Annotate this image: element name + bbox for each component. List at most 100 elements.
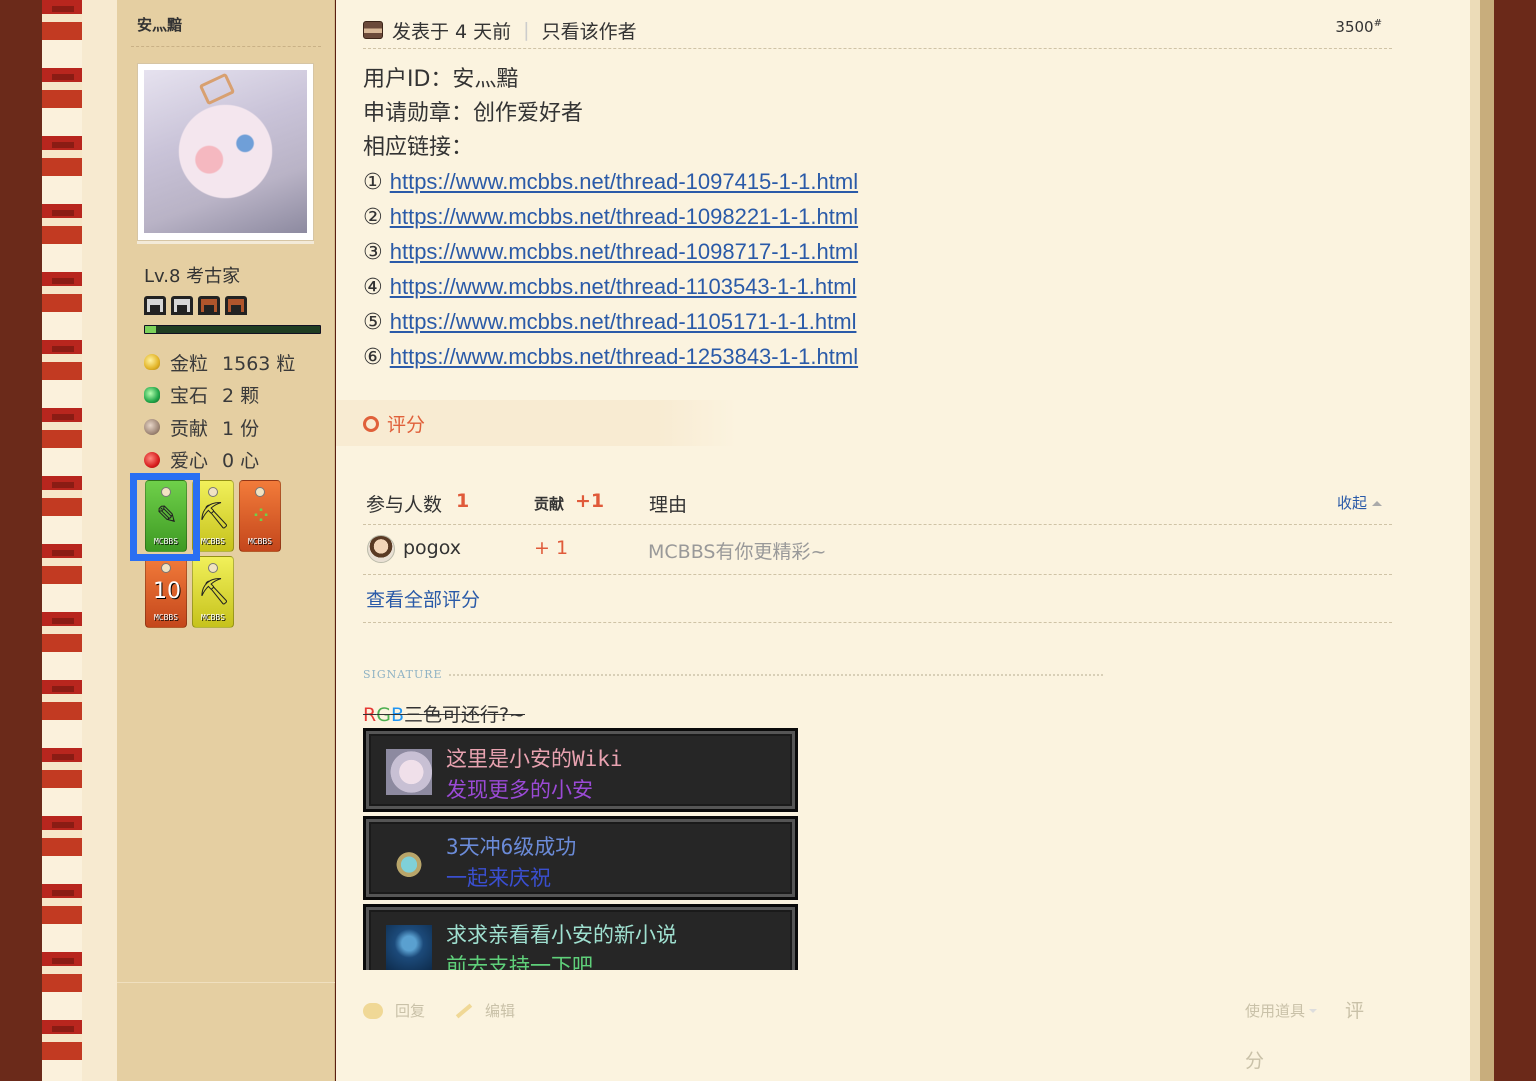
rating-title[interactable]: 评分 (363, 410, 425, 437)
panel-title: 这里是小安的Wiki (446, 747, 623, 771)
thread-link[interactable]: https://www.mcbbs.net/thread-1103543-1-1… (390, 274, 857, 299)
signature-panels: 这里是小安的Wiki 发现更多的小安 3天冲6级成功 一起来庆祝 求求亲看看小安… (363, 728, 798, 970)
view-all-ratings-link[interactable]: 查看全部评分 (366, 585, 480, 612)
experience-bar (144, 325, 321, 334)
edit-button[interactable]: 编辑 (455, 1000, 515, 1021)
user-id-line: 用户ID：安灬黯 (363, 67, 519, 92)
use-item-label: 使用道具 (1245, 1002, 1306, 1020)
rate-label-2: 分 (1245, 1050, 1265, 1072)
post-actions: 回复 编辑 使用道具 评 分 (363, 996, 1392, 1072)
link-number: ③ (363, 240, 383, 265)
medal-seeds[interactable]: ⁘ MCBBS (239, 480, 281, 552)
frame-dark-edge (1494, 0, 1536, 1081)
stat-label: 金粒 (170, 352, 209, 375)
rating-table-header: 参与人数 1 贡献 +1 理由 收起 (363, 478, 1392, 525)
rgb-red: R (363, 704, 377, 726)
rater-name[interactable]: pogox (403, 537, 461, 559)
iron-helmet-icon (171, 296, 193, 315)
rating-row: pogox + 1 MCBBS有你更精彩~ (363, 525, 1392, 575)
medal-hole (255, 487, 265, 497)
author-name[interactable]: 安灬黯 (137, 14, 182, 35)
only-author-link[interactable]: 只看该作者 (542, 17, 637, 44)
level-helmets (144, 296, 247, 315)
thread-link[interactable]: https://www.mcbbs.net/thread-1097415-1-1… (390, 169, 858, 194)
medal-book[interactable]: ✎ MCBBS (145, 480, 187, 552)
user-stats: 金粒 1563 粒 宝石 2 颗 贡献 1 份 爱心 0 心 (144, 346, 295, 476)
link-row: ② https://www.mcbbs.net/thread-1098221-1… (363, 200, 858, 235)
floor-number: 3500 (1335, 18, 1374, 36)
signature-panel-novel[interactable]: 求求亲看看小安的新小说 前去支持一下吧 (363, 904, 798, 970)
medal-ten[interactable]: 10 MCBBS (145, 556, 187, 628)
rating-table: 参与人数 1 贡献 +1 理由 收起 pogox + 1 MCBBS有你更精彩~… (363, 478, 1392, 623)
reply-button[interactable]: 回复 (363, 1000, 425, 1021)
thread-link[interactable]: https://www.mcbbs.net/thread-1098221-1-1… (390, 204, 858, 229)
links-label: 相应链接： (363, 135, 474, 160)
signature-panel-levelup[interactable]: 3天冲6级成功 一起来庆祝 (363, 816, 798, 900)
post-time: 发表于 4 天前 (392, 20, 512, 43)
collapse-button[interactable]: 收起 (1337, 492, 1382, 513)
hairclip-decoration (198, 72, 236, 106)
stat-label: 贡献 (170, 417, 209, 440)
rater-avatar[interactable] (367, 535, 395, 563)
user-level[interactable]: Lv.8 考古家 (144, 262, 240, 288)
contribution-total: +1 (575, 490, 605, 512)
link-number: ⑥ (363, 345, 383, 370)
link-row: ④ https://www.mcbbs.net/thread-1103543-1… (363, 270, 858, 305)
post-floor[interactable]: 3500# (1335, 18, 1382, 36)
link-row: ③ https://www.mcbbs.net/thread-1098717-1… (363, 235, 858, 270)
author-divider (131, 46, 321, 47)
frame-mid-edge (1480, 0, 1494, 1081)
author-sidebar: 安灬黯 Lv.8 考古家 金粒 1563 粒 宝石 2 颗 贡献 1 份 爱心 … (117, 0, 335, 1081)
novel-cover-thumb (386, 925, 432, 970)
rate-button-line2[interactable]: 分 (1245, 1046, 1264, 1073)
leather-helmet-icon (198, 296, 220, 315)
rate-label-1: 评 (1345, 1000, 1365, 1022)
edit-label: 编辑 (485, 1002, 516, 1020)
medal-tag: MCBBS (200, 613, 226, 622)
thread-link[interactable]: https://www.mcbbs.net/thread-1098717-1-1… (390, 239, 858, 264)
rate-button-line1[interactable]: 评 (1345, 996, 1364, 1023)
post-author-icon (363, 21, 383, 39)
medal-pickaxe[interactable]: ⛏ MCBBS (192, 480, 234, 552)
use-item-button[interactable]: 使用道具 (1245, 1000, 1318, 1021)
reply-bubble-icon (363, 1002, 383, 1019)
rgb-rest: 三色可还行?~ (403, 704, 525, 726)
stat-label: 宝石 (170, 385, 209, 408)
rating-title-label: 评分 (387, 414, 426, 436)
leather-helmet-icon (225, 296, 247, 315)
medal-tag: MCBBS (247, 537, 273, 546)
gold-nugget-icon (144, 354, 160, 371)
medal-tag: MCBBS (200, 537, 226, 546)
rgb-blue: B (390, 704, 404, 726)
panel-title: 3天冲6级成功 (446, 835, 577, 859)
link-row: ⑥ https://www.mcbbs.net/thread-1253843-1… (363, 340, 858, 375)
link-number: ⑤ (363, 310, 383, 335)
emerald-icon (144, 386, 160, 403)
contribution-icon (144, 419, 160, 436)
avatar[interactable] (137, 63, 314, 241)
stat-label: 爱心 (170, 450, 209, 473)
apple-heart-icon (144, 451, 160, 468)
right-decorative-frame (1470, 0, 1536, 1081)
stat-contribution: 贡献 1 份 (144, 411, 295, 444)
signature-panel-wiki[interactable]: 这里是小安的Wiki 发现更多的小安 (363, 728, 798, 812)
seeds-icon: ⁘ (250, 501, 272, 531)
ten-badge-icon: 10 (153, 579, 181, 604)
signature-divider (448, 673, 1103, 676)
contribution-label: 贡献 (534, 495, 565, 513)
pickaxe-icon: ⛏ (197, 501, 231, 531)
link-number: ① (363, 170, 383, 195)
stat-value: 0 心 (222, 450, 260, 473)
thread-link[interactable]: https://www.mcbbs.net/thread-1105171-1-1… (390, 309, 857, 334)
badge-line: 申请勋章：创作爱好者 (363, 101, 584, 126)
collapse-label: 收起 (1336, 494, 1367, 512)
wiki-avatar-thumb (386, 749, 432, 795)
medal-pickaxe-2[interactable]: ⛏ MCBBS (192, 556, 234, 628)
reason-label: 理由 (649, 494, 688, 516)
book-quill-icon: ✎ (156, 501, 178, 531)
iron-helmet-icon (144, 296, 166, 315)
panel-subtitle: 前去支持一下吧 (446, 954, 593, 970)
experience-bar-fill (145, 326, 156, 333)
thread-link[interactable]: https://www.mcbbs.net/thread-1253843-1-1… (390, 344, 858, 369)
stat-value: 1563 粒 (222, 352, 296, 375)
